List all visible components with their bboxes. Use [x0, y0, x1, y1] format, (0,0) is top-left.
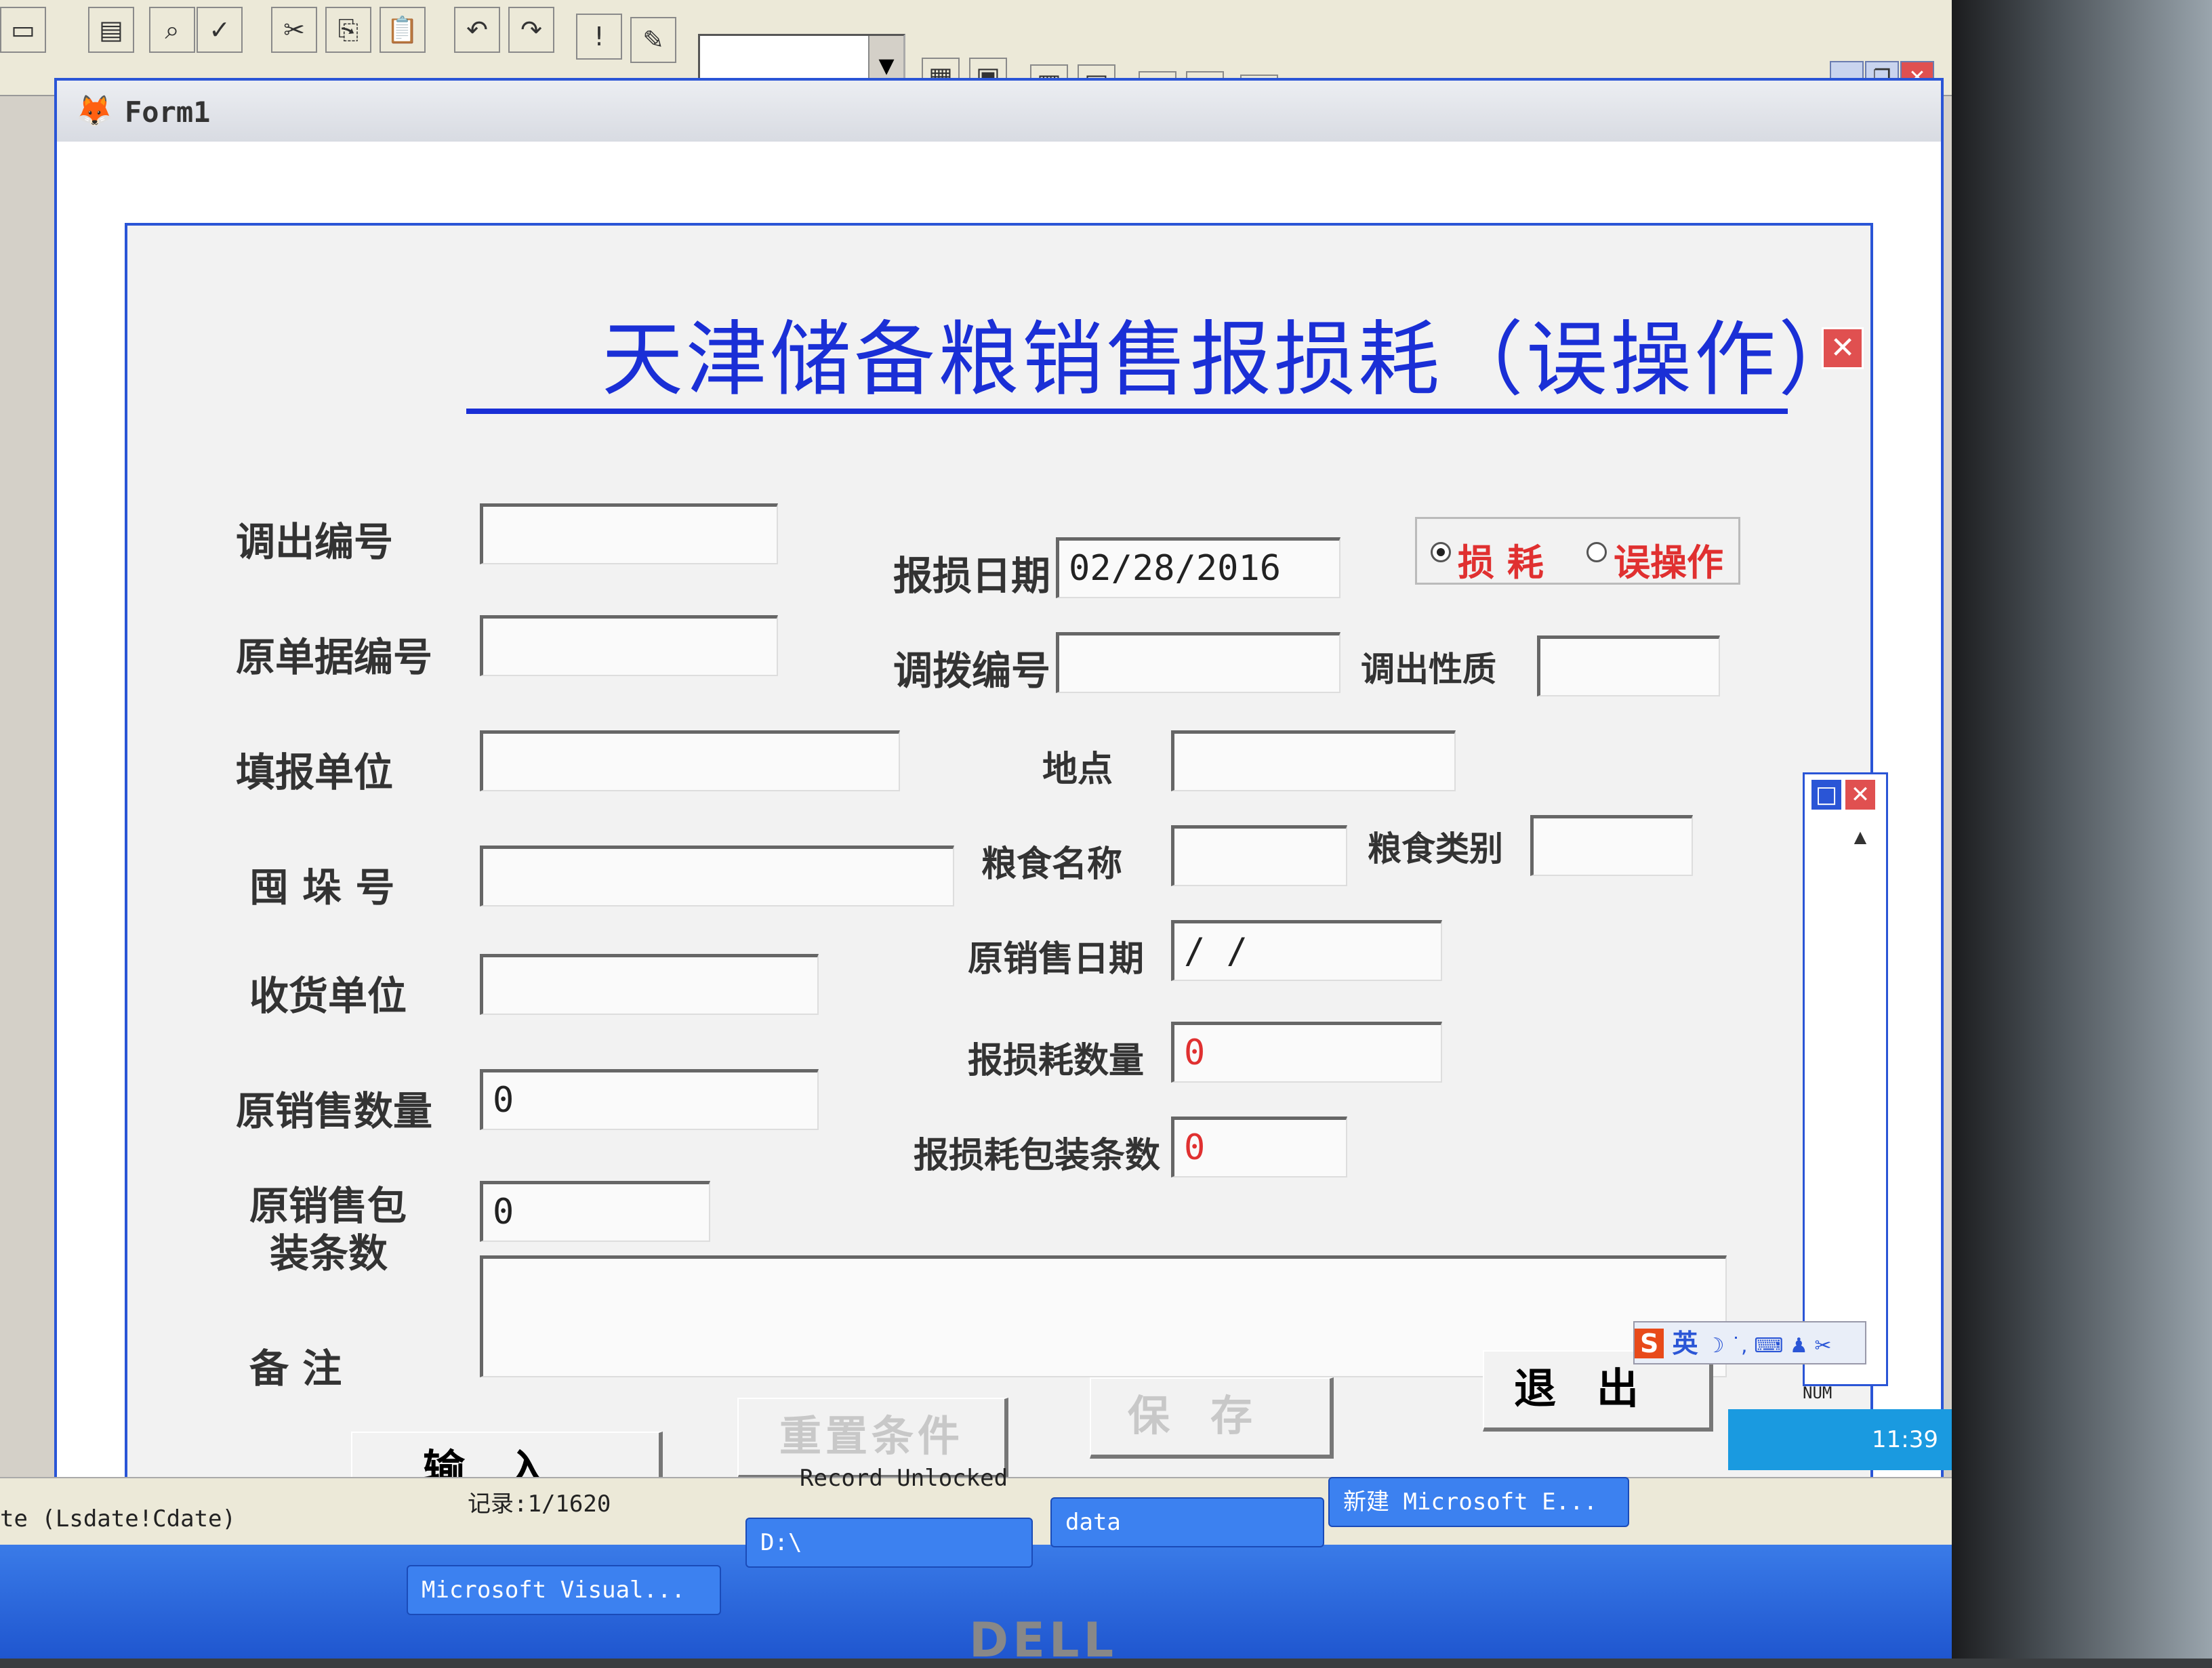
status-lock: Record Unlocked: [800, 1465, 1008, 1492]
dell-logo: DELL: [969, 1612, 1118, 1668]
open-icon[interactable]: ▤: [88, 7, 134, 53]
clock: 11:39: [1872, 1426, 1938, 1453]
option-sunhao-label: 损 耗: [1458, 541, 1544, 584]
label-didian: 地点: [1042, 749, 1113, 790]
label-tianbao-danwei: 填报单位: [236, 749, 394, 795]
form-panel: 天津储备粮销售报损耗（误操作） 调出编号 报损日期 02/28/2016 损 耗…: [125, 223, 1873, 1544]
side-window: □ ✕ ▲: [1803, 772, 1888, 1386]
form-close-button[interactable]: ✕: [1822, 327, 1864, 369]
radio-wucaozuo[interactable]: [1586, 542, 1607, 562]
label-weiduo-hao: 囤 垛 号: [249, 864, 395, 911]
form-title: 天津储备粮销售报损耗（误操作）: [602, 313, 1862, 407]
task-drive-d[interactable]: D:\: [745, 1518, 1033, 1568]
input-diaochu-xingzhi[interactable]: [1537, 635, 1720, 696]
ime-mode[interactable]: 英: [1672, 1329, 1698, 1358]
input-liangshi-mingcheng[interactable]: [1171, 825, 1347, 886]
modify-icon[interactable]: ✎: [630, 17, 676, 63]
status-num: NUM: [1803, 1383, 1832, 1402]
maximize-button[interactable]: □: [1811, 780, 1841, 810]
label-diaochu-xingzhi: 调出性质: [1361, 650, 1496, 689]
cut-icon[interactable]: ✂: [271, 7, 317, 53]
input-tianbao-danwei[interactable]: [480, 730, 900, 791]
task-microsoft-visual[interactable]: Microsoft Visual...: [407, 1565, 721, 1615]
type-option-group: 损 耗 误操作: [1415, 517, 1740, 585]
save-button[interactable]: 保存: [1090, 1377, 1334, 1459]
input-yuan-xiaoshou-riqi[interactable]: / /: [1171, 920, 1442, 981]
input-shouhuo-danwei[interactable]: [480, 954, 819, 1015]
label-yuan-xiaoshou-riqi: 原销售日期: [968, 939, 1145, 980]
input-weiduo-hao[interactable]: [480, 846, 954, 906]
status-record: 记录:1/1620: [468, 1490, 611, 1518]
undo-icon[interactable]: ↶: [454, 7, 500, 53]
preview-icon[interactable]: ⌕: [149, 7, 195, 53]
window-title-bar[interactable]: 🦊 Form1: [57, 81, 1941, 142]
label-shouhuo-danwei: 收货单位: [249, 973, 407, 1019]
input-baosun-riqi[interactable]: 02/28/2016: [1056, 537, 1340, 598]
form-window: 🦊 Form1 天津储备粮销售报损耗（误操作） 调出编号 报损日期 02/28/…: [54, 78, 1944, 1594]
monitor-bezel: [1952, 0, 2212, 1659]
label-diaobo-bianhao: 调拨编号: [893, 648, 1051, 694]
ime-tools-icon[interactable]: ☽ ˙, ⌨ ♟ ✂: [1706, 1334, 1832, 1358]
run-icon[interactable]: !: [576, 14, 622, 60]
system-tray: 11:39: [1728, 1409, 1952, 1470]
label-baosun-riqi: 报损日期: [893, 553, 1051, 599]
label-baosunhao-baozhuang: 报损耗包装条数: [914, 1135, 1161, 1176]
status-expression: te (Lsdate!Cdate): [0, 1505, 236, 1533]
label-beizhu: 备 注: [249, 1346, 342, 1392]
option-wucaozuo-label: 误操作: [1614, 541, 1723, 584]
copy-icon[interactable]: ⎘: [325, 7, 371, 53]
scroll-up-icon[interactable]: ▲: [1845, 822, 1875, 852]
check-icon[interactable]: ✓: [197, 7, 243, 53]
label-yuan-xiaoshou-baozhuang-line2: 装条数: [270, 1230, 388, 1276]
input-diaochu-bianhao[interactable]: [480, 503, 778, 564]
input-liangshi-leibie[interactable]: [1530, 815, 1693, 876]
redo-icon[interactable]: ↷: [508, 7, 554, 53]
input-baosunhao-shuliang[interactable]: 0: [1171, 1022, 1442, 1083]
task-data[interactable]: data: [1050, 1497, 1324, 1547]
label-yuan-xiaoshou-shuliang: 原销售数量: [236, 1088, 433, 1134]
label-diaochu-bianhao: 调出编号: [236, 519, 394, 565]
input-baosunhao-baozhuang[interactable]: 0: [1171, 1117, 1347, 1177]
new-icon[interactable]: ▭: [0, 7, 46, 53]
input-didian[interactable]: [1171, 730, 1456, 791]
paste-icon[interactable]: 📋: [380, 7, 426, 53]
ime-toolbar[interactable]: S 英 ☽ ˙, ⌨ ♟ ✂: [1633, 1321, 1866, 1364]
fox-icon: 🦊: [76, 93, 113, 128]
label-liangshi-leibie: 粮食类别: [1368, 829, 1503, 869]
label-baosunhao-shuliang: 报损耗数量: [968, 1041, 1145, 1081]
window-title: Form1: [125, 96, 211, 129]
input-yuan-xiaoshou-shuliang[interactable]: 0: [480, 1069, 819, 1130]
sogou-logo-icon: S: [1635, 1329, 1664, 1358]
input-yuan-danju-bianhao[interactable]: [480, 615, 778, 676]
task-new-microsoft[interactable]: 新建 Microsoft E...: [1328, 1477, 1629, 1527]
radio-sunhao[interactable]: [1431, 542, 1451, 562]
label-yuan-danju-bianhao: 原单据编号: [236, 634, 433, 680]
close-button[interactable]: ✕: [1845, 780, 1875, 810]
title-underline: [466, 409, 1788, 414]
label-liangshi-mingcheng: 粮食名称: [981, 844, 1123, 885]
input-diaobo-bianhao[interactable]: [1056, 632, 1340, 693]
input-yuan-xiaoshou-baozhuang[interactable]: 0: [480, 1181, 710, 1242]
screen: ▭ ▤ ⌕ ✓ ✂ ⎘ 📋 ↶ ↷ ! ✎ ▼ ▦ ▣ ▥ ▤ ▧ ✎ ? _ …: [0, 0, 1952, 1659]
